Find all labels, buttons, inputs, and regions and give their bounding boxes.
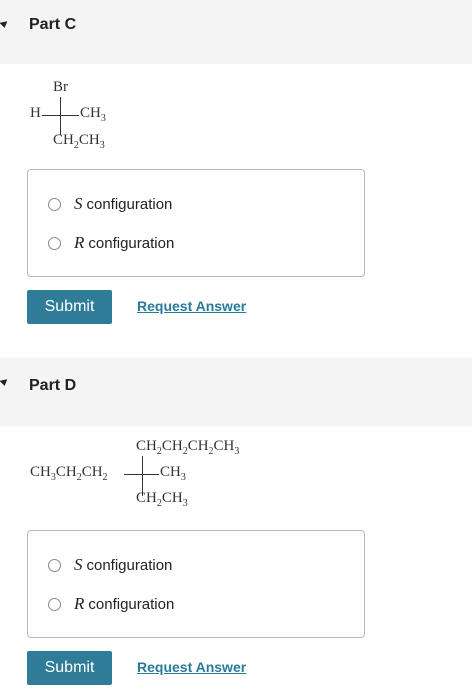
option-label: configuration bbox=[86, 195, 173, 213]
right-sub: 3 bbox=[180, 472, 186, 483]
bottom-a: CH bbox=[53, 132, 74, 148]
right-sub: 3 bbox=[100, 113, 106, 124]
top-b-sub: 2 bbox=[182, 446, 188, 457]
option-r-configuration[interactable]: R configuration bbox=[48, 593, 174, 615]
right-base: CH bbox=[160, 464, 181, 480]
option-letter: R bbox=[74, 594, 85, 613]
radio-unchecked-icon[interactable] bbox=[48, 236, 61, 250]
bottom-b: CH bbox=[78, 132, 100, 148]
option-label: configuration bbox=[88, 234, 175, 252]
top-c-sub: 2 bbox=[208, 446, 214, 457]
part-d-title: Part D bbox=[29, 377, 77, 394]
caret-down-icon[interactable] bbox=[0, 21, 9, 29]
top-d-sub: 3 bbox=[234, 446, 240, 457]
bottom-a-sub: 2 bbox=[156, 498, 162, 509]
radio-unchecked-icon[interactable] bbox=[48, 197, 61, 211]
bottom-b-sub: 3 bbox=[99, 140, 105, 151]
radio-unchecked-icon[interactable] bbox=[48, 558, 61, 572]
part-d-options: S configuration R configuration bbox=[27, 530, 365, 638]
part-d-submit-button[interactable]: Submit bbox=[27, 651, 112, 685]
left-c: CH bbox=[81, 464, 103, 480]
vertical-bond bbox=[60, 97, 61, 135]
substituent-top: CH2CH2CH2CH3 bbox=[136, 438, 240, 457]
bottom-b: CH bbox=[161, 490, 183, 506]
substituent-bottom: CH2CH3 bbox=[136, 490, 188, 509]
part-c-fischer-projection: Br H CH3 CH2CH3 bbox=[0, 70, 300, 160]
option-label: configuration bbox=[86, 556, 173, 574]
part-d-request-answer-link[interactable]: Request Answer bbox=[137, 659, 246, 675]
part-c-submit-button[interactable]: Submit bbox=[27, 290, 112, 324]
top-a-sub: 2 bbox=[156, 446, 162, 457]
left-a: CH bbox=[30, 464, 51, 480]
option-r-configuration[interactable]: R configuration bbox=[48, 232, 174, 254]
part-c-request-answer-link[interactable]: Request Answer bbox=[137, 298, 246, 314]
radio-unchecked-icon[interactable] bbox=[48, 597, 61, 611]
top-d: CH bbox=[213, 438, 235, 454]
part-c-title: Part C bbox=[29, 16, 77, 33]
substituent-right: CH3 bbox=[160, 464, 186, 483]
part-c-options: S configuration R configuration bbox=[27, 169, 365, 277]
right-base: CH bbox=[80, 105, 101, 121]
option-letter: R bbox=[74, 233, 85, 252]
part-d-fischer-projection: CH2CH2CH2CH3 CH3CH2CH2 CH3 CH2CH3 bbox=[0, 432, 320, 517]
part-c-header[interactable]: Part C bbox=[0, 0, 472, 64]
option-letter: S bbox=[74, 555, 83, 574]
substituent-top: Br bbox=[53, 79, 68, 95]
left-b: CH bbox=[55, 464, 77, 480]
caret-down-icon[interactable] bbox=[0, 379, 9, 387]
substituent-right: CH3 bbox=[80, 105, 106, 124]
top-a: CH bbox=[136, 438, 157, 454]
substituent-left: CH3CH2CH2 bbox=[30, 464, 108, 483]
substituent-left: H bbox=[30, 105, 41, 121]
option-s-configuration[interactable]: S configuration bbox=[48, 193, 172, 215]
left-c-sub: 2 bbox=[102, 472, 108, 483]
option-letter: S bbox=[74, 194, 83, 213]
left-a-sub: 3 bbox=[50, 472, 56, 483]
left-b-sub: 2 bbox=[76, 472, 82, 483]
option-s-configuration[interactable]: S configuration bbox=[48, 554, 172, 576]
option-label: configuration bbox=[88, 595, 175, 613]
substituent-bottom: CH2CH3 bbox=[53, 132, 105, 151]
bottom-b-sub: 3 bbox=[182, 498, 188, 509]
top-c: CH bbox=[187, 438, 209, 454]
part-d-header[interactable]: Part D bbox=[0, 358, 472, 426]
top-b: CH bbox=[161, 438, 183, 454]
bottom-a-sub: 2 bbox=[73, 140, 79, 151]
bottom-a: CH bbox=[136, 490, 157, 506]
